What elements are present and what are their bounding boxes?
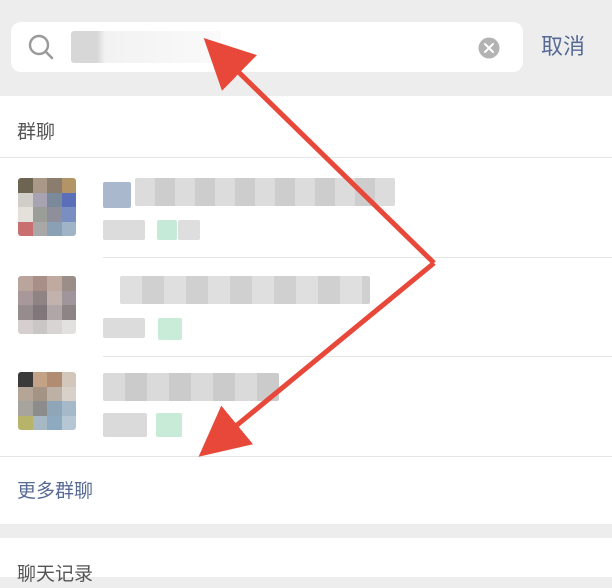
divider <box>0 456 612 457</box>
group-avatar <box>18 372 76 430</box>
group-avatar <box>18 276 76 334</box>
group-subtitle-blurred <box>158 318 182 340</box>
group-chat-row[interactable] <box>0 158 612 258</box>
group-chat-row[interactable] <box>0 258 612 358</box>
group-name-blurred <box>103 182 131 208</box>
group-name-blurred <box>135 178 395 206</box>
group-subtitle-blurred <box>157 220 177 240</box>
group-chat-row[interactable] <box>0 357 612 457</box>
group-name-blurred <box>120 276 370 304</box>
chat-history-title: 聊天记录 <box>17 563 94 585</box>
group-section-title: 群聊 <box>17 121 56 143</box>
search-input[interactable] <box>11 22 523 72</box>
group-subtitle-blurred <box>178 220 200 240</box>
search-icon <box>28 34 54 60</box>
group-subtitle-blurred <box>103 413 147 437</box>
section-gap <box>0 524 612 538</box>
group-subtitle-blurred <box>103 220 145 240</box>
search-query-text <box>71 31 221 63</box>
group-subtitle-blurred <box>103 318 145 338</box>
search-header: 取消 <box>0 0 612 96</box>
clear-icon[interactable] <box>478 37 500 59</box>
group-name-blurred <box>103 373 279 401</box>
cancel-button[interactable]: 取消 <box>541 30 585 66</box>
group-subtitle-blurred <box>156 413 182 437</box>
more-groups-link[interactable]: 更多群聊 <box>17 477 93 505</box>
group-avatar <box>18 178 76 236</box>
